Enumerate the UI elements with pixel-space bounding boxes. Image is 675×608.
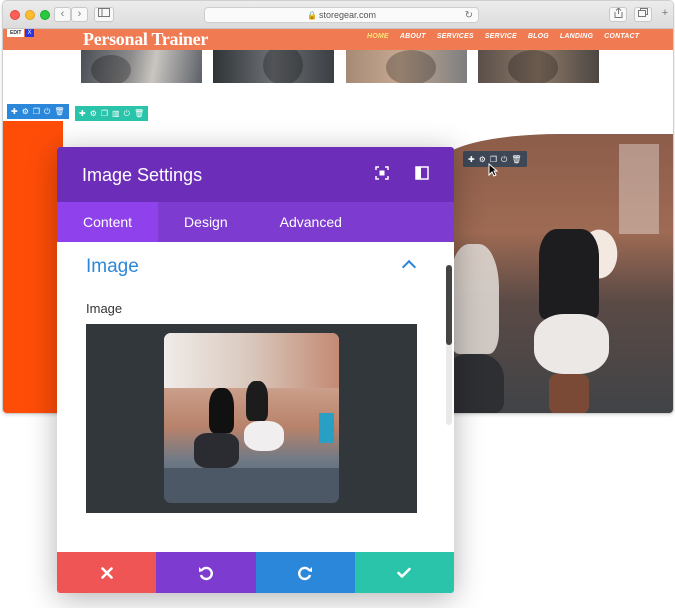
back-button[interactable]: ‹	[54, 7, 71, 22]
undo-icon	[198, 566, 213, 580]
image-preview[interactable]	[164, 333, 339, 503]
power-icon[interactable]: ⏻	[124, 106, 130, 121]
sidebar-toggle-button[interactable]	[94, 7, 114, 22]
browser-toolbar: ‹ › 🔒 storegear.com ↻ +	[3, 1, 673, 29]
thumbnail-image	[213, 50, 334, 83]
thumbnail-image	[81, 50, 202, 83]
save-button[interactable]	[354, 552, 454, 593]
section-title[interactable]: Image	[86, 256, 139, 278]
power-icon[interactable]: ⏻	[501, 152, 507, 167]
section-toolbar: ✚ ⚙ ❐ ⏻ 🗑	[7, 104, 69, 119]
share-icon	[614, 7, 622, 18]
menu-item-landing[interactable]: LANDING	[560, 33, 593, 40]
plus-icon[interactable]: ✚	[11, 104, 18, 119]
tabs-button[interactable]	[634, 7, 652, 22]
modal-header: Image Settings	[57, 147, 454, 202]
plus-icon[interactable]: ✚	[79, 106, 86, 121]
trash-icon[interactable]: 🗑	[134, 106, 144, 121]
plus-icon[interactable]: ✚	[468, 152, 475, 167]
reload-icon[interactable]: ↻	[465, 8, 473, 23]
menu-item-services[interactable]: SERVICES	[437, 33, 474, 40]
gear-icon[interactable]: ⚙	[90, 106, 97, 121]
trash-icon[interactable]: 🗑	[511, 152, 521, 167]
chevron-up-icon[interactable]	[401, 259, 417, 275]
url-text: storegear.com	[318, 10, 376, 20]
image-section: Image Image	[57, 242, 454, 552]
menu-item-blog[interactable]: BLOG	[528, 33, 549, 40]
undo-button[interactable]	[156, 552, 256, 593]
tabs-icon	[638, 8, 648, 17]
share-button[interactable]	[609, 7, 627, 22]
plus-icon: +	[661, 7, 669, 19]
site-menu: HOME ABOUT SERVICES SERVICE BLOG LANDING…	[367, 33, 639, 40]
close-icon	[100, 566, 113, 579]
columns-icon[interactable]: ▥	[112, 106, 120, 121]
close-window-button[interactable]	[10, 10, 20, 20]
site-logo[interactable]: Personal Trainer	[83, 29, 208, 49]
image-upload-box[interactable]	[86, 324, 417, 513]
row-toolbar: ✚ ⚙ ❐ ▥ ⏻ 🗑	[75, 106, 149, 121]
menu-item-about[interactable]: ABOUT	[400, 33, 426, 40]
trash-icon[interactable]: 🗑	[54, 104, 64, 119]
cancel-button[interactable]	[57, 552, 157, 593]
tab-design[interactable]: Design	[158, 202, 254, 242]
gear-icon[interactable]: ⚙	[479, 152, 486, 167]
tab-advanced[interactable]: Advanced	[254, 202, 368, 242]
modal-title: Image Settings	[82, 165, 203, 185]
modal-tabs: Content Design Advanced	[57, 202, 454, 242]
dock-sidebar-icon[interactable]	[414, 166, 430, 182]
thumbnail-image	[346, 50, 467, 83]
fullscreen-icon[interactable]	[374, 166, 390, 182]
hero-photo	[439, 134, 673, 413]
menu-item-home[interactable]: HOME	[367, 33, 389, 40]
power-icon[interactable]: ⏻	[44, 104, 50, 119]
redo-button[interactable]	[255, 552, 355, 593]
modal-footer	[57, 552, 454, 593]
gear-icon[interactable]: ⚙	[22, 104, 29, 119]
zoom-window-button[interactable]	[40, 10, 50, 20]
forward-button[interactable]: ›	[71, 7, 88, 22]
image-settings-modal: Image Settings Content Design Advanced I…	[57, 147, 454, 593]
minimize-window-button[interactable]	[25, 10, 35, 20]
duplicate-icon[interactable]: ❐	[101, 106, 108, 121]
duplicate-icon[interactable]: ❐	[33, 104, 40, 119]
check-icon	[397, 567, 412, 578]
thumbnail-row	[3, 50, 673, 83]
redo-icon	[298, 566, 313, 580]
lock-icon: 🔒	[307, 11, 317, 20]
image-field-label: Image	[86, 301, 123, 316]
scrollbar-thumb[interactable]	[446, 265, 452, 345]
decorative-orange-shape	[3, 121, 63, 413]
new-tab-button[interactable]: +	[657, 7, 673, 22]
screen: ‹ › 🔒 storegear.com ↻ + EDIT X Personal T…	[0, 0, 675, 608]
tab-content[interactable]: Content	[57, 202, 159, 242]
edit-close-button[interactable]: X	[25, 29, 34, 37]
sidebar-icon	[98, 8, 110, 17]
edit-badge[interactable]: EDIT	[7, 29, 25, 37]
mouse-cursor-icon	[488, 163, 498, 177]
thumbnail-image	[478, 50, 599, 83]
menu-item-service[interactable]: SERVICE	[485, 33, 517, 40]
menu-item-contact[interactable]: CONTACT	[604, 33, 639, 40]
address-bar[interactable]: 🔒 storegear.com ↻	[204, 7, 479, 23]
